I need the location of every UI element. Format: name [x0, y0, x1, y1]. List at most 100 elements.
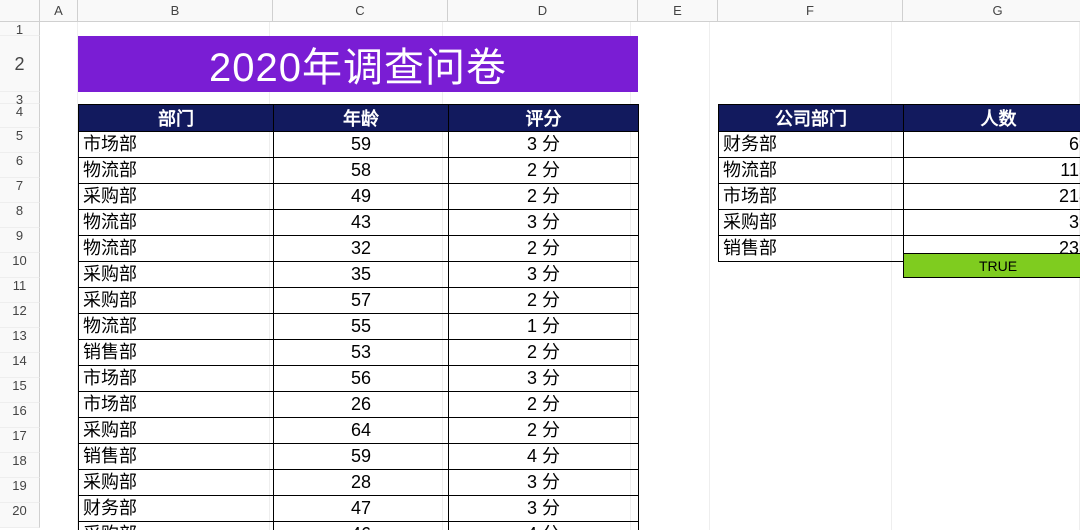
row-header-6[interactable]: 6 — [0, 153, 40, 178]
cell-score[interactable]: 3 分 — [449, 470, 639, 496]
row-header-15[interactable]: 15 — [0, 378, 40, 403]
col-header-F[interactable]: F — [718, 0, 903, 22]
row-header-7[interactable]: 7 — [0, 178, 40, 203]
cell-dept[interactable]: 市场部 — [719, 184, 904, 210]
survey-title[interactable]: 2020年调查问卷 — [78, 36, 638, 92]
col-header-E[interactable]: E — [638, 0, 718, 22]
row-header-14[interactable]: 14 — [0, 353, 40, 378]
cell-dept[interactable]: 市场部 — [79, 392, 274, 418]
cell-score[interactable]: 3 分 — [449, 262, 639, 288]
cell-age[interactable]: 59 — [274, 132, 449, 158]
cell-count[interactable]: 69 — [904, 132, 1080, 158]
cell-dept[interactable]: 财务部 — [79, 496, 274, 522]
cell-score[interactable]: 2 分 — [449, 158, 639, 184]
cell-score[interactable]: 4 分 — [449, 522, 639, 530]
cell-count[interactable]: 39 — [904, 210, 1080, 236]
cell-dept[interactable]: 采购部 — [79, 262, 274, 288]
row-headers-col: 1 2 3 4 5 6 7 8 9 10 11 12 13 14 15 16 1… — [0, 22, 40, 528]
table-row: 物流部433 分 — [79, 210, 639, 236]
cell-dept[interactable]: 采购部 — [79, 184, 274, 210]
col-header-A[interactable]: A — [40, 0, 78, 22]
cell-age[interactable]: 32 — [274, 236, 449, 262]
cell-count[interactable]: 115 — [904, 158, 1080, 184]
cell-dept[interactable]: 销售部 — [79, 340, 274, 366]
cell-age[interactable]: 64 — [274, 418, 449, 444]
cell-score[interactable]: 1 分 — [449, 314, 639, 340]
row-header-17[interactable]: 17 — [0, 428, 40, 453]
cell-dept[interactable]: 销售部 — [719, 236, 904, 262]
row-header-2[interactable]: 2 — [0, 36, 40, 92]
grid-area[interactable]: 2020年调查问卷 部门 年龄 评分 市场部593 分 物流部582 分 采购部… — [40, 22, 1080, 530]
col-header-B[interactable]: B — [78, 0, 273, 22]
row-header-8[interactable]: 8 — [0, 203, 40, 228]
cell-age[interactable]: 58 — [274, 158, 449, 184]
cell-age[interactable]: 47 — [274, 496, 449, 522]
cell-dept[interactable]: 采购部 — [79, 418, 274, 444]
select-all-corner[interactable] — [0, 0, 40, 22]
cell-score[interactable]: 3 分 — [449, 496, 639, 522]
cell-age[interactable]: 43 — [274, 210, 449, 236]
cell-score[interactable]: 2 分 — [449, 288, 639, 314]
table-row: 市场部563 分 — [79, 366, 639, 392]
cell-count[interactable]: 218 — [904, 184, 1080, 210]
cell-age[interactable]: 49 — [274, 184, 449, 210]
row-header-16[interactable]: 16 — [0, 403, 40, 428]
cell-score[interactable]: 3 分 — [449, 366, 639, 392]
col-header-D[interactable]: D — [448, 0, 638, 22]
side-header-dept[interactable]: 公司部门 — [719, 105, 904, 132]
col-header-C[interactable]: C — [273, 0, 448, 22]
cell-dept[interactable]: 物流部 — [719, 158, 904, 184]
table-row: 采购部642 分 — [79, 418, 639, 444]
cell-score[interactable]: 2 分 — [449, 418, 639, 444]
row-header-5[interactable]: 5 — [0, 128, 40, 153]
cell-score[interactable]: 2 分 — [449, 236, 639, 262]
cell-dept[interactable]: 物流部 — [79, 236, 274, 262]
row-header-13[interactable]: 13 — [0, 328, 40, 353]
cell-age[interactable]: 56 — [274, 366, 449, 392]
cell-score[interactable]: 3 分 — [449, 132, 639, 158]
row-header-4[interactable]: 4 — [0, 104, 40, 128]
cell-dept[interactable]: 采购部 — [79, 470, 274, 496]
table-row: 采购部39 — [719, 210, 1080, 236]
cell-age[interactable]: 53 — [274, 340, 449, 366]
row-header-12[interactable]: 12 — [0, 303, 40, 328]
cell-dept[interactable]: 物流部 — [79, 314, 274, 340]
row-header-9[interactable]: 9 — [0, 228, 40, 253]
cell-score[interactable]: 2 分 — [449, 340, 639, 366]
cell-score[interactable]: 4 分 — [449, 444, 639, 470]
main-header-score[interactable]: 评分 — [449, 105, 639, 132]
cell-age[interactable]: 59 — [274, 444, 449, 470]
col-header-G[interactable]: G — [903, 0, 1080, 22]
cell-dept[interactable]: 销售部 — [79, 444, 274, 470]
table-row: 物流部551 分 — [79, 314, 639, 340]
row-header-11[interactable]: 11 — [0, 278, 40, 303]
cell-score[interactable]: 2 分 — [449, 392, 639, 418]
row-header-20[interactable]: 20 — [0, 503, 40, 528]
main-header-dept[interactable]: 部门 — [79, 105, 274, 132]
cell-age[interactable]: 46 — [274, 522, 449, 530]
cell-age[interactable]: 55 — [274, 314, 449, 340]
cell-dept[interactable]: 物流部 — [79, 210, 274, 236]
row-header-3[interactable]: 3 — [0, 92, 40, 104]
verify-result-cell[interactable]: TRUE — [903, 253, 1080, 278]
side-header-count[interactable]: 人数 — [904, 105, 1080, 132]
cell-age[interactable]: 35 — [274, 262, 449, 288]
main-header-age[interactable]: 年龄 — [274, 105, 449, 132]
cell-dept[interactable]: 采购部 — [719, 210, 904, 236]
row-header-1[interactable]: 1 — [0, 22, 40, 36]
cell-dept[interactable]: 采购部 — [79, 288, 274, 314]
table-row: 销售部532 分 — [79, 340, 639, 366]
row-header-10[interactable]: 10 — [0, 253, 40, 278]
cell-dept[interactable]: 市场部 — [79, 366, 274, 392]
cell-score[interactable]: 2 分 — [449, 184, 639, 210]
row-header-19[interactable]: 19 — [0, 478, 40, 503]
row-header-18[interactable]: 18 — [0, 453, 40, 478]
cell-dept[interactable]: 市场部 — [79, 132, 274, 158]
cell-dept[interactable]: 物流部 — [79, 158, 274, 184]
cell-age[interactable]: 57 — [274, 288, 449, 314]
cell-age[interactable]: 26 — [274, 392, 449, 418]
cell-dept[interactable]: 财务部 — [719, 132, 904, 158]
cell-dept[interactable]: 采购部 — [79, 522, 274, 530]
cell-age[interactable]: 28 — [274, 470, 449, 496]
cell-score[interactable]: 3 分 — [449, 210, 639, 236]
